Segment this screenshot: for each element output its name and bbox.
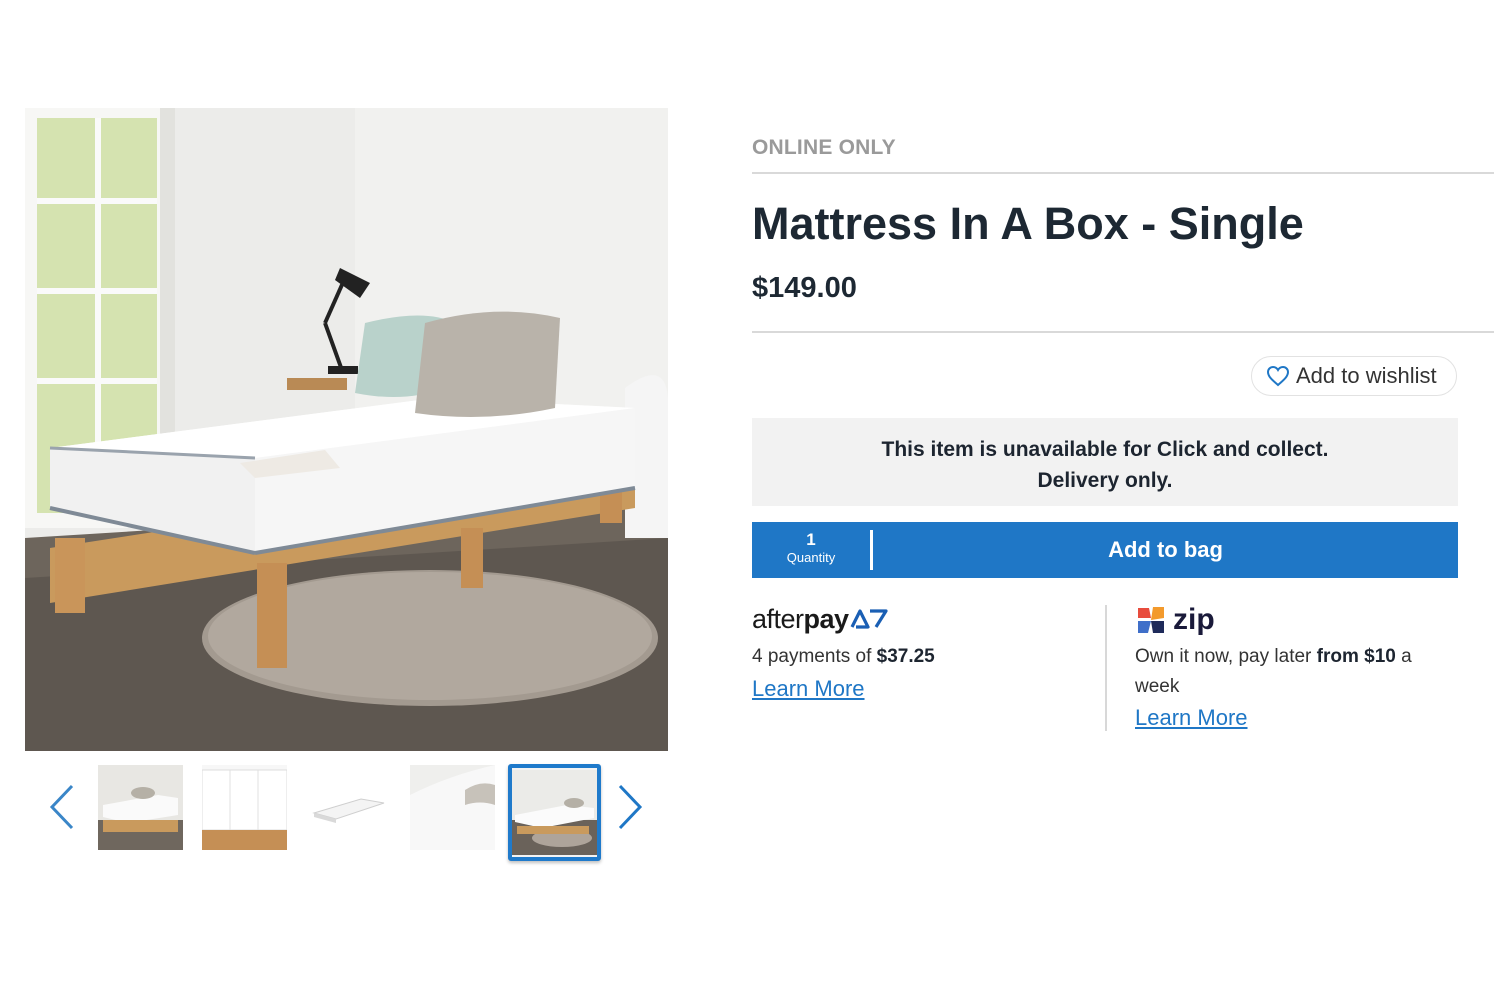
add-to-bag-bar: 1 Quantity Add to bag (752, 522, 1458, 578)
add-to-bag-button[interactable]: Add to bag (873, 522, 1458, 578)
afterpay-description: 4 payments of $37.25 (752, 646, 935, 667)
chevron-left-icon[interactable] (42, 782, 82, 832)
notice-line-2: Delivery only. (1037, 469, 1173, 492)
chevron-right-icon[interactable] (610, 782, 650, 832)
notice-line-1: This item is unavailable for Click and c… (881, 438, 1329, 461)
zip-learn-more-link[interactable]: Learn More (1135, 705, 1248, 731)
add-to-wishlist-button[interactable]: Add to wishlist (1251, 356, 1457, 396)
afterpay-learn-more-link[interactable]: Learn More (752, 676, 865, 702)
thumbnail-5-active[interactable] (508, 764, 601, 861)
product-title: Mattress In A Box - Single (752, 198, 1304, 249)
heart-icon (1266, 365, 1290, 387)
online-only-badge: ONLINE ONLY (752, 136, 896, 159)
zip-description: Own it now, pay later from $10 a week (1135, 646, 1412, 697)
quantity-label: Quantity (786, 550, 836, 565)
quantity-value: 1 (806, 530, 816, 549)
thumbnail-4[interactable] (410, 765, 495, 850)
product-main-image[interactable] (25, 108, 668, 751)
thumbnail-1[interactable] (98, 765, 183, 850)
zip-logo: zip (1135, 602, 1215, 638)
product-price: $149.00 (752, 272, 857, 304)
mattress-bed-photo (25, 108, 668, 751)
divider (752, 172, 1494, 174)
payment-divider (1105, 605, 1107, 731)
zip-mark-icon (1138, 607, 1164, 633)
thumbnail-carousel (40, 762, 660, 866)
thumbnail-3[interactable] (306, 765, 391, 850)
thumbnail-2[interactable] (202, 765, 287, 850)
quantity-selector[interactable]: 1 Quantity (752, 522, 870, 578)
afterpay-mark-icon (850, 609, 888, 629)
availability-notice: This item is unavailable for Click and c… (752, 418, 1458, 506)
afterpay-logo: afterpay (752, 602, 890, 636)
divider (752, 331, 1494, 333)
wishlist-label: Add to wishlist (1296, 363, 1437, 388)
